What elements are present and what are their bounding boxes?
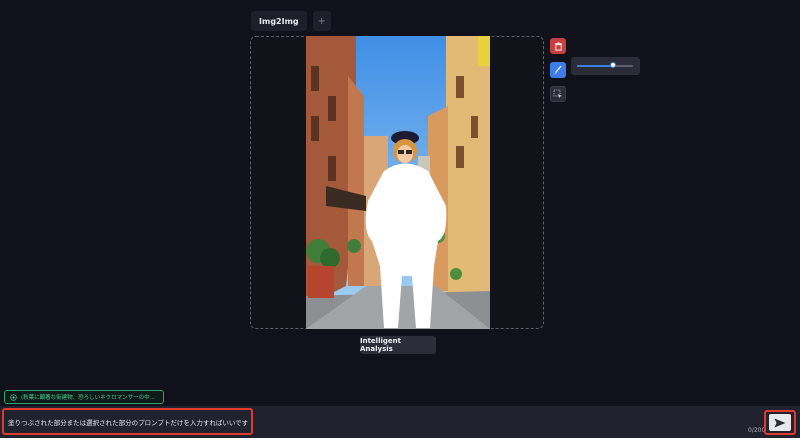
brush-tool-button[interactable] xyxy=(550,62,566,78)
slider-fill xyxy=(577,65,614,67)
character-counter: 0/200 xyxy=(748,427,766,434)
brush-icon xyxy=(554,65,562,74)
delete-mask-button[interactable] xyxy=(550,38,566,54)
street-scene xyxy=(306,36,490,329)
send-icon xyxy=(774,418,786,427)
mask-toolbar xyxy=(550,38,566,102)
add-tab-button[interactable]: + xyxy=(312,11,331,31)
send-button[interactable] xyxy=(764,410,796,435)
slider-track xyxy=(577,62,633,68)
suggestion-text: (秋葉に顕著な街建物、恐ろしいネクロマンサーの中... xyxy=(21,395,155,401)
prompt-suggestion-chip[interactable]: (秋葉に顕著な街建物、恐ろしいネクロマンサーの中... xyxy=(4,390,164,404)
selection-icon xyxy=(553,89,562,99)
selection-tool-button[interactable] xyxy=(550,86,566,102)
slider-handle[interactable] xyxy=(610,62,617,68)
source-image[interactable] xyxy=(306,36,490,329)
magic-icon xyxy=(10,393,17,401)
tab-img2img[interactable]: Img2Img xyxy=(251,11,307,31)
send-button-inner xyxy=(769,414,791,431)
brush-size-slider[interactable] xyxy=(571,57,640,75)
tab-bar: Img2Img + xyxy=(251,11,331,31)
prompt-input[interactable]: 塗りつぶされた部分または選択された部分のプロンプトだけを入力すればいいです xyxy=(2,408,253,435)
trash-icon xyxy=(554,41,562,51)
intelligent-analysis-button[interactable]: Intelligent Analysis xyxy=(360,336,436,354)
